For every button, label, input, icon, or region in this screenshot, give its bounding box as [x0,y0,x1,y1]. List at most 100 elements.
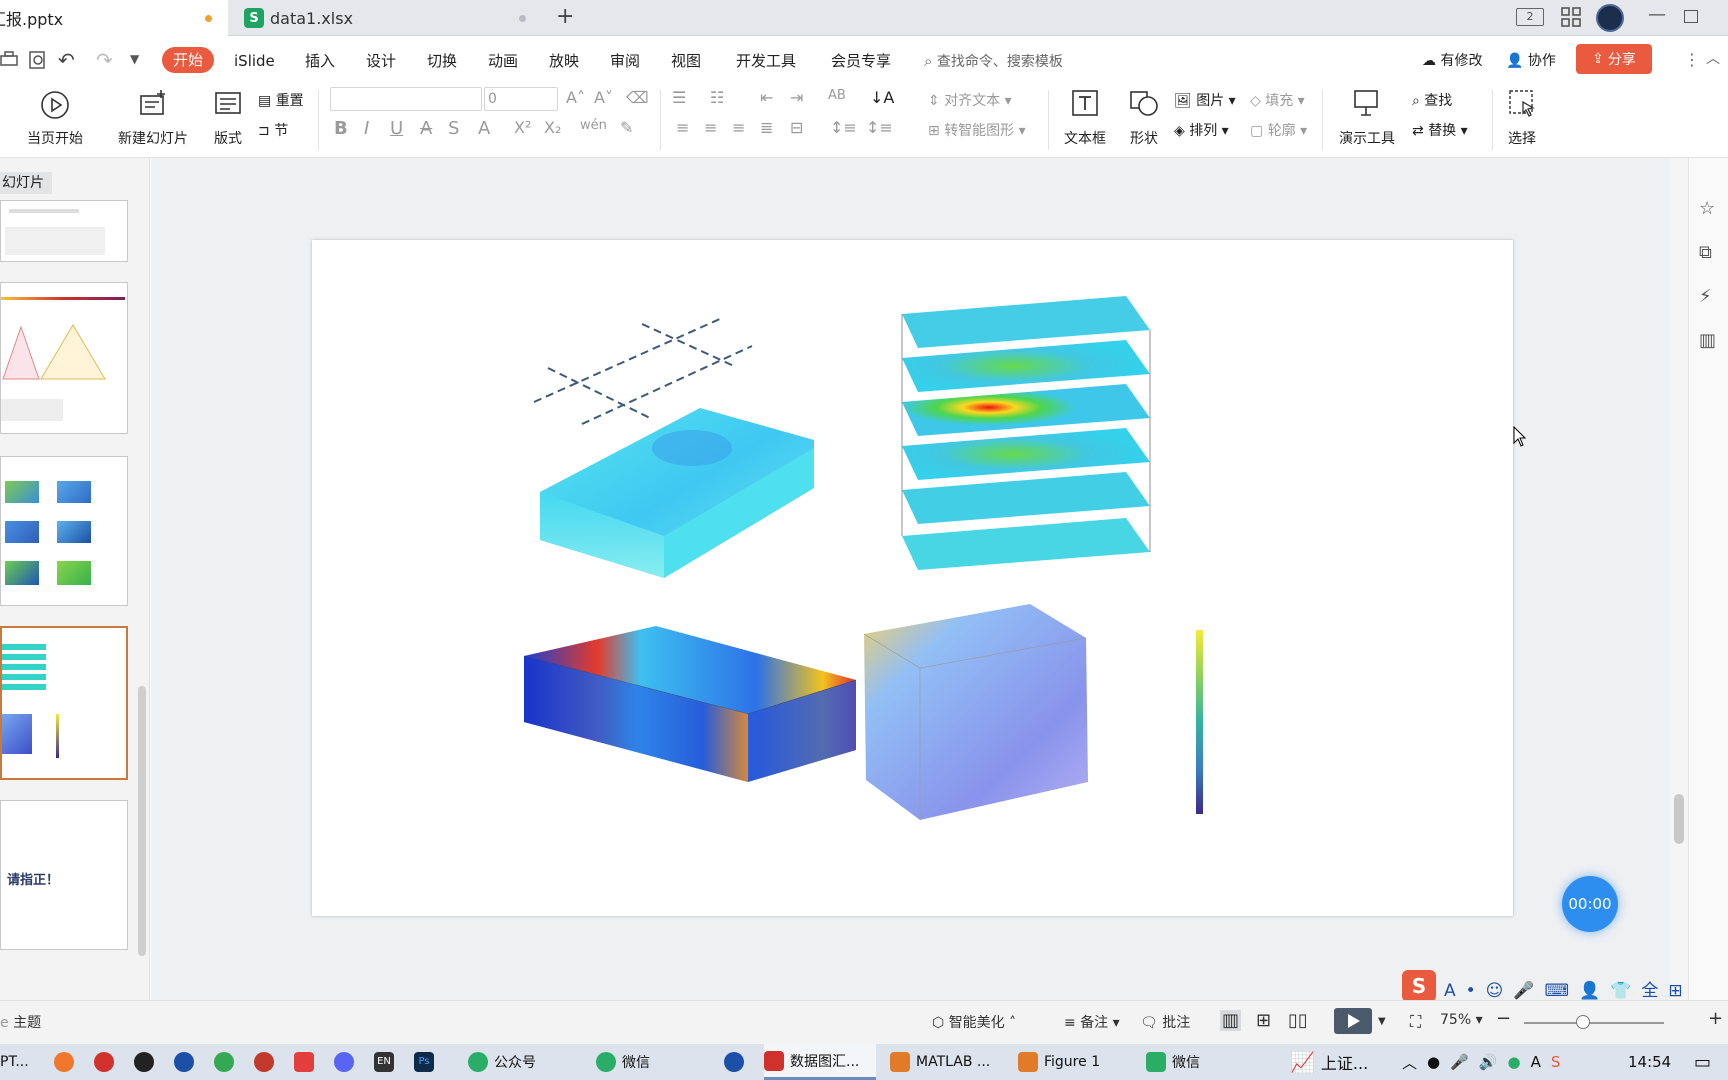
restore-icon[interactable] [1684,10,1698,23]
menu-item-developer[interactable]: 开发工具 [736,51,796,71]
sorter-view-icon[interactable]: ⊞ [1256,1010,1271,1031]
phonetic-icon[interactable]: wén [580,118,607,133]
minimize-icon[interactable]: — [1648,4,1666,25]
zoom-slider-track[interactable] [1524,1022,1664,1024]
taskbar-item-ppt[interactable]: PT... [0,1044,29,1080]
copy-icon[interactable]: ⧉ [1699,242,1712,263]
notification-icon[interactable]: ▭ [1694,1044,1711,1080]
menu-item-slideshow[interactable]: 放映 [549,51,579,71]
fill-button[interactable]: ◇ 填充 ▾ [1250,90,1305,110]
clear-format-icon[interactable]: ⌫ [626,88,649,107]
font-size-select[interactable]: 0 [484,87,558,111]
ime-icons[interactable]: A•☺🎤⌨👤👕全⊞ [1444,976,1693,1001]
book-icon[interactable]: ▥ [1699,330,1716,351]
more-options-icon[interactable]: ⋮ [1684,50,1700,69]
slide-panel-tab[interactable]: 幻灯片 [0,172,52,194]
tray-icons[interactable]: ︿ ● 🎤 🔊 ● A S [1402,1044,1560,1080]
editor-scrollbar[interactable] [1670,158,1688,1000]
justify-icon[interactable]: ≣ [760,118,773,137]
taskbar-item-wechat-2[interactable]: 微信 [1146,1044,1200,1080]
collaborate-button[interactable]: 👤 协作 [1506,51,1556,71]
decrease-indent-icon[interactable]: ⇤ [760,88,773,107]
shadow-icon[interactable]: S [448,118,459,139]
command-search[interactable]: ⌕ 查找命令、搜索模板 [924,51,1063,71]
print-icon[interactable] [0,50,20,74]
menu-item-animation[interactable]: 动画 [488,51,518,71]
align-text-button[interactable]: ⇕ 对齐文本 ▾ [928,90,1012,110]
taskbar-item-wechat[interactable]: 微信 [596,1044,650,1080]
slide-thumbnail-1[interactable] [0,200,128,262]
numbered-list-icon[interactable]: ☷ [710,88,724,107]
zoom-in-button[interactable]: + [1708,1008,1723,1029]
play-dropdown-icon[interactable]: ▼ [1378,1016,1386,1027]
section-button[interactable]: ⊐ 节 [258,120,288,140]
text-direction-icon[interactable]: ↓A [870,88,894,107]
taskbar-item-matlab[interactable]: MATLAB ... [890,1044,990,1080]
tab-pptx[interactable]: 汇报.pptx [0,0,228,36]
layout-button[interactable]: 版式 [206,88,250,148]
tab-xlsx[interactable]: S data1.xlsx [232,0,532,36]
replace-button[interactable]: ⇄ 替换 ▾ [1412,120,1468,140]
slideshow-play-button[interactable] [1334,1008,1372,1034]
avatar[interactable] [1596,4,1624,32]
zoom-level[interactable]: 75% ▾ [1440,1012,1483,1028]
theme-label[interactable]: e 主题 [0,1012,41,1032]
taskbar-item-vpn[interactable] [724,1044,750,1080]
pin-icon[interactable]: ☆ [1699,198,1715,219]
outline-button[interactable]: ▢ 轮廓 ▾ [1250,120,1307,140]
font-color-icon[interactable]: A [478,118,490,139]
bullet-list-icon[interactable]: ☰ [672,88,686,107]
layout-2-icon[interactable]: 2 [1516,8,1544,26]
shape-button[interactable]: 形状 [1124,88,1164,148]
fit-window-icon[interactable]: ⛶ [1410,1012,1421,1032]
slide-thumbnail-5[interactable]: 请指正！ [0,800,128,950]
menu-item-member[interactable]: 会员专享 [831,51,891,71]
zoom-out-button[interactable]: − [1496,1008,1511,1029]
align-left-icon[interactable]: ≡ [676,118,689,137]
arrange-button[interactable]: ◈ 排列 ▾ [1174,120,1229,140]
menu-item-islide[interactable]: iSlide [234,51,275,71]
taskbar-item-official-account[interactable]: 公众号 [468,1044,536,1080]
align-right-icon[interactable]: ≡ [732,118,745,137]
notes-button[interactable]: ≡ 备注 ▾ [1064,1012,1120,1032]
menu-item-home[interactable]: 开始 [162,47,214,73]
menu-item-view[interactable]: 视图 [671,51,701,71]
find-button[interactable]: ⌕ 查找 [1412,90,1452,110]
play-from-current-button[interactable]: 当页开始 [14,88,96,148]
menu-item-review[interactable]: 审阅 [610,51,640,71]
stock-widget[interactable]: 📈 上证... [1290,1044,1368,1080]
taskbar-item-wps[interactable]: 数据图汇... [764,1044,876,1080]
line-spacing-icon[interactable]: ↕≡ [830,118,857,137]
increase-font-icon[interactable]: A˄ [566,88,585,107]
distribute-icon[interactable]: ⊟ [790,118,803,137]
new-tab-icon[interactable]: + [556,4,580,32]
paragraph-spacing-icon[interactable]: ↕≡ [866,118,893,137]
redo-icon[interactable]: ↷ [96,48,113,72]
panel-scrollbar[interactable] [138,686,146,956]
grid-icon[interactable] [1560,6,1582,32]
subscript-icon[interactable]: X₂ [544,118,561,137]
italic-icon[interactable]: I [364,118,369,139]
comment-button[interactable]: 🗨 批注 [1140,1012,1190,1032]
slide-thumbnail-2[interactable] [0,282,128,434]
bold-icon[interactable]: B [334,118,348,139]
menu-item-transition[interactable]: 切换 [427,51,457,71]
smart-shape-button[interactable]: ⊞ 转智能图形 ▾ [928,120,1026,140]
menu-item-design[interactable]: 设计 [366,51,396,71]
menu-item-insert[interactable]: 插入 [305,51,335,71]
increase-indent-icon[interactable]: ⇥ [790,88,803,107]
taskbar-item-figure[interactable]: Figure 1 [1018,1044,1100,1080]
animation-icon[interactable]: ⚡ [1699,286,1712,307]
align-center-icon[interactable]: ≡ [704,118,717,137]
new-slide-button[interactable]: 新建幻灯片 [108,88,198,148]
taskbar-pinned-apps[interactable]: EN Ps [54,1044,440,1080]
strikethrough-icon[interactable]: A [420,118,432,139]
modified-button[interactable]: ☁ 有修改 [1422,51,1482,71]
reading-view-icon[interactable]: ▯▯ [1288,1010,1308,1031]
beautify-button[interactable]: ⬡ 智能美化 ˄ [932,1012,1016,1032]
collapse-ribbon-icon[interactable]: ︿ [1706,48,1720,68]
decrease-font-icon[interactable]: A˅ [594,88,613,107]
textbox-button[interactable]: 文本框 [1056,88,1114,148]
preview-icon[interactable] [28,50,48,74]
undo-icon[interactable]: ↶ [58,48,75,72]
